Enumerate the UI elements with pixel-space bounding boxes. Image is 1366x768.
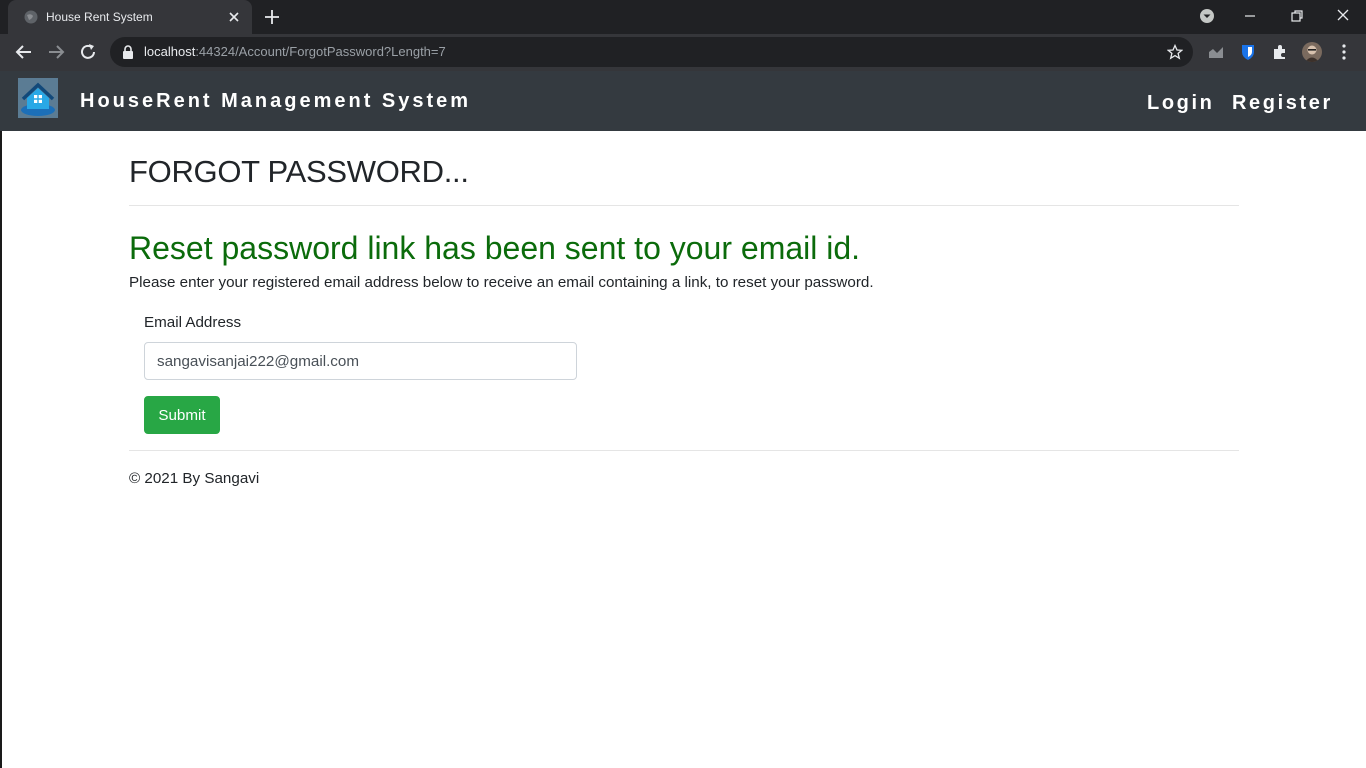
close-window-icon[interactable] [1333, 6, 1353, 26]
bitwarden-shield-icon[interactable] [1239, 43, 1257, 61]
instructions-text: Please enter your registered email addre… [129, 274, 874, 291]
window-left-edge [0, 131, 2, 768]
profile-picture-icon [1305, 45, 1319, 62]
site-navbar: HouseRent Management System Login Regist… [0, 71, 1366, 131]
extensions-puzzle-icon[interactable] [1271, 43, 1289, 61]
divider [129, 205, 1239, 206]
restore-icon[interactable] [1287, 6, 1307, 26]
address-bar[interactable]: localhost:44324/Account/ForgotPassword?L… [110, 37, 1193, 67]
reload-icon[interactable] [78, 42, 98, 62]
browser-toolbar: localhost:44324/Account/ForgotPassword?L… [0, 34, 1366, 71]
new-tab-icon[interactable] [263, 8, 281, 26]
globe-icon [24, 10, 38, 24]
email-input[interactable] [144, 342, 577, 380]
login-link[interactable]: Login [1147, 91, 1214, 115]
minimize-icon[interactable] [1240, 6, 1260, 26]
back-arrow-icon[interactable] [14, 42, 34, 62]
analytics-extension-icon[interactable] [1207, 43, 1225, 61]
success-message: Reset password link has been sent to you… [129, 230, 861, 266]
page-title: FORGOT PASSWORD... [129, 154, 469, 189]
footer-copyright: © 2021 By Sangavi [129, 470, 260, 487]
forward-arrow-icon[interactable] [46, 42, 66, 62]
house-logo-icon[interactable] [18, 78, 58, 118]
tab-title: House Rent System [46, 10, 153, 24]
email-label: Email Address [144, 314, 242, 331]
url-text[interactable]: localhost:44324/Account/ForgotPassword?L… [144, 44, 446, 60]
browser-tab[interactable]: House Rent System [8, 0, 252, 34]
bookmark-star-icon[interactable] [1167, 44, 1183, 60]
browser-tab-strip: House Rent System [0, 0, 1366, 34]
web-page: HouseRent Management System Login Regist… [0, 71, 1366, 768]
lock-icon[interactable] [122, 45, 134, 59]
submit-button[interactable]: Submit [144, 396, 220, 434]
tab-search-icon[interactable] [1197, 6, 1217, 26]
close-tab-icon[interactable] [226, 9, 242, 25]
register-link[interactable]: Register [1232, 91, 1333, 115]
footer-divider [129, 450, 1239, 451]
browser-menu-icon[interactable] [1336, 43, 1352, 61]
profile-avatar[interactable] [1302, 42, 1322, 62]
site-brand[interactable]: HouseRent Management System [80, 89, 471, 113]
